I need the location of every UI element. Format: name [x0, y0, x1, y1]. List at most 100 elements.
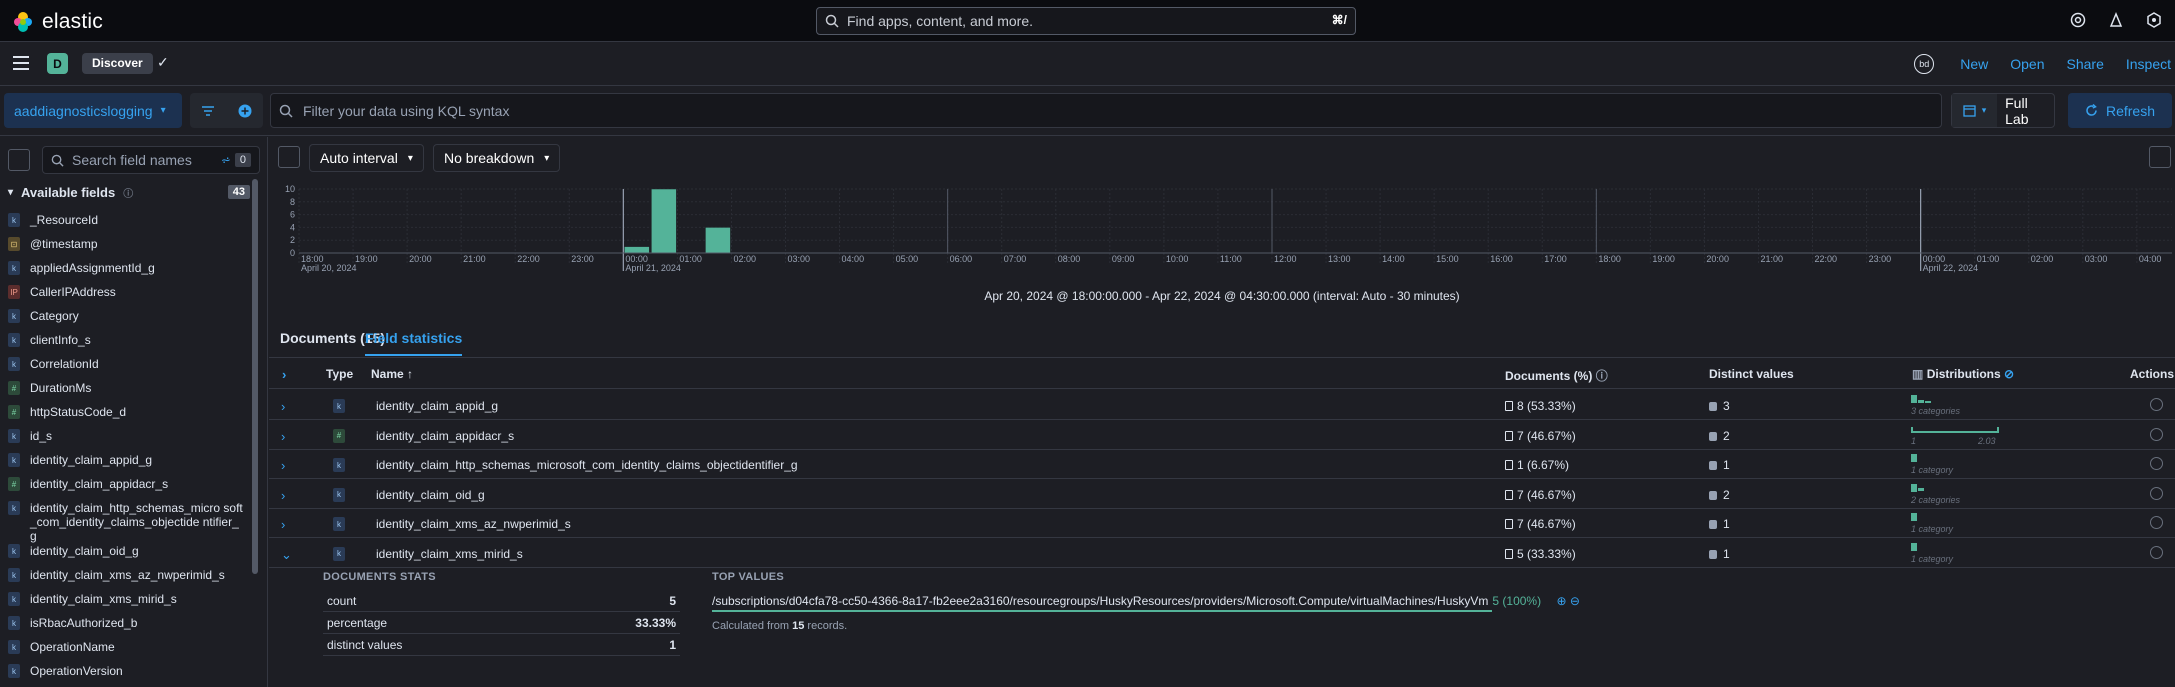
sidebar-field-item[interactable]: # identity_claim_appidacr_s	[8, 476, 248, 500]
histogram-bar[interactable]	[705, 227, 731, 254]
documents-value: 5 (33.33%)	[1517, 546, 1576, 561]
sidebar-field-item[interactable]: k identity_claim_http_schemas_micro soft_…	[8, 500, 248, 543]
menu-icon[interactable]	[13, 56, 29, 70]
field-name: identity_claim_appid_g	[30, 453, 153, 467]
chevron-right-icon[interactable]: ›	[281, 399, 285, 414]
documents-value: 7 (46.67%)	[1517, 487, 1576, 502]
calendar-icon[interactable]: ▾	[1952, 94, 1998, 127]
calc-count: 15	[792, 620, 805, 632]
sidebar-field-item[interactable]: ⊡ @timestamp	[8, 236, 248, 260]
table-row[interactable]: › k identity_claim_appid_g 8 (53.33%) 3 3 cat…	[269, 390, 2175, 420]
top-values-title: TOP VALUES	[712, 571, 785, 583]
refresh-button[interactable]: Refresh	[2068, 93, 2172, 128]
sidebar-field-item[interactable]: k isRbacAuthorized_b	[8, 615, 248, 639]
sidebar-field-item[interactable]: k CorrelationId	[8, 356, 248, 380]
visualize-icon[interactable]	[2150, 427, 2163, 441]
available-fields-header[interactable]: ▾ Available fields ⓘ 43	[8, 182, 250, 202]
sidebar-toggle-icon[interactable]	[8, 149, 30, 171]
new-button[interactable]: New	[1960, 56, 1988, 72]
user-menu-icon[interactable]	[2145, 11, 2163, 29]
global-search-input[interactable]: Find apps, content, and more. ⌘/	[816, 7, 1356, 35]
histogram-chart[interactable]: 108642018:00 19:00 20:00 21:00 22:00 23:00 00:…	[269, 179, 2175, 329]
chevron-right-icon[interactable]: ›	[281, 458, 285, 473]
database-icon	[1709, 490, 1717, 500]
space-avatar[interactable]: D	[47, 53, 68, 74]
header-name[interactable]: Name ↑	[371, 367, 413, 381]
field-name: identity_claim_xms_mirid_s	[30, 592, 177, 606]
chevron-right-icon[interactable]: ›	[281, 488, 285, 503]
visualize-icon[interactable]	[2150, 516, 2163, 529]
sidebar-field-item[interactable]: k identity_claim_appid_g	[8, 452, 248, 476]
chevron-right-icon[interactable]: ›	[281, 517, 285, 532]
chart-options-icon[interactable]	[278, 146, 300, 168]
field-filter-button[interactable]: ⩫ 0	[221, 153, 251, 167]
sidebar-field-item[interactable]: IP CallerIPAddress	[8, 284, 248, 308]
table-row[interactable]: › k identity_claim_oid_g 7 (46.67%) 2 2 categ…	[269, 479, 2175, 509]
sidebar-field-item[interactable]: # httpStatusCode_d	[8, 404, 248, 428]
sidebar-field-item[interactable]: k identity_claim_xms_az_nwperimid_s	[8, 567, 248, 591]
visualize-icon[interactable]	[2150, 457, 2163, 470]
chevron-right-icon[interactable]: ›	[281, 429, 285, 444]
visualize-icon[interactable]	[2150, 545, 2163, 559]
sidebar-field-item[interactable]: # DurationMs	[8, 380, 248, 404]
header-type[interactable]: Type	[326, 367, 353, 381]
sidebar-field-item[interactable]: k id_s	[8, 428, 248, 452]
field-name: identity_claim_oid_g	[30, 544, 139, 558]
table-row[interactable]: › k identity_claim_xms_az_nwperimid_s 7 (46…	[269, 508, 2175, 538]
sidebar-field-item[interactable]: k identity_claim_oid_g	[8, 543, 248, 567]
filter-menu-icon[interactable]	[190, 93, 227, 128]
visualize-icon[interactable]	[2150, 398, 2163, 411]
eye-closed-icon[interactable]: ⊘	[2004, 367, 2014, 381]
tab-field-statistics[interactable]: Field statistics	[365, 330, 463, 356]
inspect-button[interactable]: Inspect	[2126, 56, 2171, 72]
field-type-icon: k	[8, 616, 20, 630]
sidebar-scrollbar[interactable]	[252, 179, 258, 574]
top-bar: elastic Find apps, content, and more. ⌘/	[0, 0, 2175, 42]
date-picker[interactable]: ▾ Full Lab	[1951, 93, 2055, 128]
chart-settings-icon[interactable]	[2149, 146, 2171, 168]
breadcrumb[interactable]: Discover	[82, 53, 153, 74]
add-filter-icon[interactable]	[227, 93, 264, 128]
histogram-bar[interactable]	[624, 246, 650, 254]
visualize-icon[interactable]	[2150, 486, 2163, 500]
header-documents[interactable]: Documents (%) ⓘ	[1505, 367, 1608, 384]
header-distinct[interactable]: Distinct values	[1709, 367, 1794, 381]
distinct-value: 1	[1723, 546, 1730, 561]
database-icon	[1709, 461, 1717, 470]
x-tick-label: 13:00	[1328, 254, 1351, 264]
filter-out-value-icon[interactable]: ⊖	[1570, 594, 1580, 608]
header-distributions[interactable]: ▥ Distributions ⊘	[1912, 367, 2014, 381]
field-type-icon: k	[8, 333, 20, 347]
distribution-label: 3 categories	[1911, 406, 1961, 416]
elastic-logo[interactable]: elastic	[12, 10, 103, 34]
date-range-label[interactable]: Full Lab	[1997, 95, 2054, 127]
field-name: identity_claim_appid_g	[376, 399, 499, 413]
expand-all-icon[interactable]: ›	[282, 367, 286, 382]
field-type-icon: k	[8, 429, 20, 443]
data-view-picker[interactable]: aaddiagnosticslogging ▾	[4, 93, 182, 128]
filter-for-value-icon[interactable]: ⊕	[1556, 594, 1566, 608]
field-search-input[interactable]: Search field names ⩫ 0	[42, 146, 260, 174]
sidebar-field-item[interactable]: k identity_claim_xms_mirid_s	[8, 591, 248, 615]
help-icon[interactable]	[2069, 11, 2087, 29]
sidebar-field-item[interactable]: k _ResourceId	[8, 212, 248, 236]
sidebar-field-item[interactable]: k Category	[8, 308, 248, 332]
field-type-icon: #	[8, 381, 20, 395]
kql-query-input[interactable]: Filter your data using KQL syntax	[270, 93, 1942, 128]
share-button[interactable]: Share	[2067, 56, 2104, 72]
interval-dropdown[interactable]: Auto interval ▾	[309, 144, 424, 172]
sidebar-field-item[interactable]: k OperationName	[8, 639, 248, 663]
user-avatar[interactable]: bd	[1914, 54, 1935, 74]
open-button[interactable]: Open	[2010, 56, 2044, 72]
sidebar-field-item[interactable]: k clientInfo_s	[8, 332, 248, 356]
histogram-bar[interactable]	[651, 188, 677, 254]
sidebar-field-item[interactable]: k appliedAssignmentId_g	[8, 260, 248, 284]
table-row[interactable]: › k identity_claim_http_schemas_microsoft_…	[269, 449, 2175, 479]
breakdown-dropdown[interactable]: No breakdown ▾	[433, 144, 561, 172]
newsfeed-icon[interactable]	[2107, 11, 2125, 29]
field-name: isRbacAuthorized_b	[30, 616, 138, 630]
distribution-bar	[1918, 399, 1924, 403]
sidebar-field-item[interactable]: k OperationVersion	[8, 663, 248, 687]
table-row[interactable]: › # identity_claim_appidacr_s 7 (46.67%) 2 1 2…	[269, 420, 2175, 450]
field-type-icon: k	[333, 458, 345, 472]
